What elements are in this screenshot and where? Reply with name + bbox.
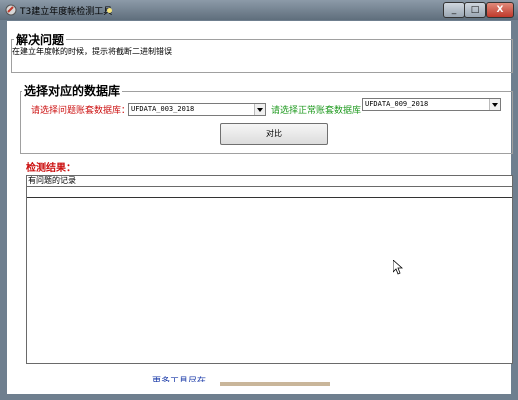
problem-db-label: 请选择问题账套数据库： <box>31 106 131 116</box>
title-bar[interactable]: T3建立年度帐检测工具 _ □ X <box>0 0 518 20</box>
maximize-button[interactable]: □ <box>464 2 486 18</box>
normal-db-select[interactable]: UFDATA_009_2018 <box>362 98 501 111</box>
chevron-down-icon[interactable] <box>489 99 500 110</box>
minimize-button[interactable]: _ <box>443 2 465 18</box>
more-tools-link[interactable]: 更多工具尽在 <box>152 374 206 382</box>
problem-description: 在建立年度帐的时候，提示将截断二进制错误 <box>12 47 172 56</box>
table-row[interactable] <box>27 187 512 198</box>
normal-db-label: 请选择正常账套数据库 <box>271 106 362 116</box>
client-area: 解决问题 在建立年度帐的时候，提示将截断二进制错误 选择对应的数据库 请选择问题… <box>7 21 513 394</box>
status-dot-icon <box>107 8 112 13</box>
app-window: T3建立年度帐检测工具 _ □ X 解决问题 在建立年度帐的时候，提示将截断二进… <box>0 0 518 400</box>
close-button[interactable]: X <box>486 2 514 18</box>
window-title: T3建立年度帐检测工具 <box>20 7 113 17</box>
database-group-title: 选择对应的数据库 <box>22 82 123 99</box>
footer-decoration <box>220 382 330 386</box>
results-label: 检测结果： <box>26 163 76 174</box>
mouse-cursor-icon <box>393 260 403 275</box>
grid-column-header[interactable]: 有问题的记录 <box>27 176 512 187</box>
app-icon <box>5 4 17 16</box>
normal-db-value: UFDATA_009_2018 <box>365 100 429 108</box>
problem-db-select[interactable]: UFDATA_003_2018 <box>128 103 266 116</box>
results-grid[interactable]: 有问题的记录 <box>26 175 513 364</box>
compare-button[interactable]: 对比 <box>220 123 328 145</box>
chevron-down-icon[interactable] <box>254 104 265 115</box>
problem-db-value: UFDATA_003_2018 <box>131 105 195 113</box>
